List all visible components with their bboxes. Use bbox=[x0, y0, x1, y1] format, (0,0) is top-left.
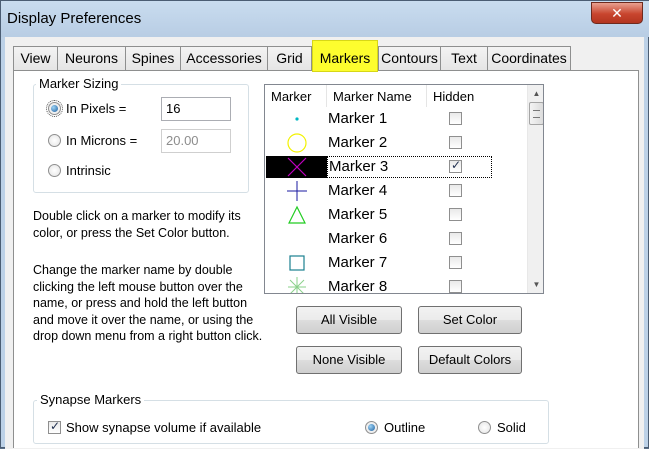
marker-row-4[interactable]: Marker 4 bbox=[265, 179, 527, 203]
triangle-icon bbox=[288, 205, 306, 224]
default-colors-button[interactable]: Default Colors bbox=[418, 346, 522, 374]
marker-row-2[interactable]: Marker 2 bbox=[265, 131, 527, 155]
hidden-checkbox[interactable] bbox=[449, 136, 462, 149]
marker-preview bbox=[266, 228, 327, 250]
marker-preview bbox=[266, 108, 327, 130]
marker-row-5[interactable]: Marker 5 bbox=[265, 203, 527, 227]
marker-name[interactable]: Marker 4 bbox=[327, 182, 387, 199]
plus-icon bbox=[287, 181, 307, 201]
scroll-thumb[interactable] bbox=[529, 102, 543, 125]
hidden-checkbox[interactable] bbox=[449, 184, 462, 197]
tab-coordinates[interactable]: Coordinates bbox=[487, 46, 571, 70]
close-icon: ✕ bbox=[611, 5, 623, 21]
outline-label: Outline bbox=[384, 420, 426, 435]
show-synapse-volume-checkbox[interactable] bbox=[48, 419, 61, 434]
tab-contours[interactable]: Contours bbox=[378, 46, 441, 70]
hidden-checkbox[interactable] bbox=[449, 232, 462, 245]
in-pixels-radio[interactable] bbox=[46, 100, 63, 117]
x-icon bbox=[287, 157, 307, 177]
close-button[interactable]: ✕ bbox=[591, 2, 643, 24]
set-color-button[interactable]: Set Color bbox=[418, 306, 522, 334]
column-header-hidden[interactable]: Hidden bbox=[427, 85, 527, 107]
marker-sizing-title: Marker Sizing bbox=[36, 76, 122, 91]
marker-name[interactable]: Marker 6 bbox=[327, 230, 387, 247]
column-header-marker-name[interactable]: Marker Name bbox=[327, 85, 427, 107]
marker-preview bbox=[266, 132, 327, 154]
microns-input[interactable]: 20.00 bbox=[161, 129, 231, 153]
marker-list-scrollbar[interactable]: ▲ ▼ bbox=[527, 85, 543, 293]
pixels-input[interactable]: 16 bbox=[161, 97, 231, 121]
tab-markers[interactable]: Markers bbox=[312, 40, 378, 72]
scroll-up-icon[interactable]: ▲ bbox=[528, 85, 543, 102]
scroll-down-icon[interactable]: ▼ bbox=[528, 276, 543, 293]
in-pixels-label: In Pixels = bbox=[66, 101, 127, 116]
marker-name[interactable]: Marker 7 bbox=[327, 254, 387, 271]
marker-list[interactable]: Marker Marker Name Hidden Marker 1 Marke… bbox=[264, 84, 544, 294]
none-visible-button[interactable]: None Visible bbox=[296, 346, 402, 374]
marker-name[interactable]: Marker 5 bbox=[327, 206, 387, 223]
tab-grid[interactable]: Grid bbox=[267, 46, 312, 70]
marker-row-8[interactable]: Marker 8 bbox=[265, 275, 527, 293]
column-header-marker[interactable]: Marker bbox=[265, 85, 327, 107]
marker-preview bbox=[266, 180, 327, 202]
marker-row-1[interactable]: Marker 1 bbox=[265, 107, 527, 131]
window-title: Display Preferences bbox=[7, 10, 142, 27]
help-text-color: Double click on a marker to modify its c… bbox=[33, 209, 241, 240]
star-icon bbox=[288, 277, 306, 293]
intrinsic-label: Intrinsic bbox=[66, 163, 111, 178]
tab-view[interactable]: View bbox=[13, 46, 58, 70]
synapse-markers-title: Synapse Markers bbox=[37, 392, 145, 407]
help-text-rename: Change the marker name by double clickin… bbox=[33, 263, 263, 343]
marker-preview bbox=[266, 156, 327, 178]
marker-row-6[interactable]: Marker 6 bbox=[265, 227, 527, 251]
tab-neurons[interactable]: Neurons bbox=[57, 46, 126, 70]
all-visible-button[interactable]: All Visible bbox=[296, 306, 402, 334]
square-icon bbox=[289, 255, 305, 271]
solid-label: Solid bbox=[497, 420, 526, 435]
tab-spines[interactable]: Spines bbox=[125, 46, 181, 70]
solid-radio[interactable] bbox=[478, 421, 491, 434]
title-bar[interactable]: Display Preferences ✕ bbox=[1, 1, 649, 37]
tab-text[interactable]: Text bbox=[440, 46, 488, 70]
marker-name[interactable]: Marker 3 bbox=[327, 156, 492, 178]
marker-preview bbox=[266, 252, 327, 274]
hidden-checkbox[interactable] bbox=[449, 280, 462, 293]
hidden-checkbox[interactable] bbox=[449, 112, 462, 125]
in-microns-label: In Microns = bbox=[66, 133, 138, 148]
marker-name[interactable]: Marker 2 bbox=[327, 134, 387, 151]
hidden-checkbox[interactable] bbox=[449, 158, 462, 173]
marker-row-7[interactable]: Marker 7 bbox=[265, 251, 527, 275]
marker-preview bbox=[266, 204, 327, 226]
marker-row-3[interactable]: Marker 3 bbox=[265, 155, 527, 179]
show-synapse-volume-label: Show synapse volume if available bbox=[66, 420, 262, 435]
marker-preview bbox=[266, 276, 327, 293]
marker-name[interactable]: Marker 8 bbox=[327, 278, 387, 293]
intrinsic-radio[interactable] bbox=[48, 164, 61, 177]
tab-accessories[interactable]: Accessories bbox=[180, 46, 268, 70]
outline-radio[interactable] bbox=[365, 421, 378, 434]
circle-icon bbox=[287, 133, 307, 153]
dot-icon bbox=[295, 117, 299, 121]
blank-icon bbox=[266, 228, 327, 250]
marker-name[interactable]: Marker 1 bbox=[327, 110, 387, 127]
hidden-checkbox[interactable] bbox=[449, 208, 462, 221]
in-microns-radio[interactable] bbox=[48, 134, 61, 147]
hidden-checkbox[interactable] bbox=[449, 256, 462, 269]
